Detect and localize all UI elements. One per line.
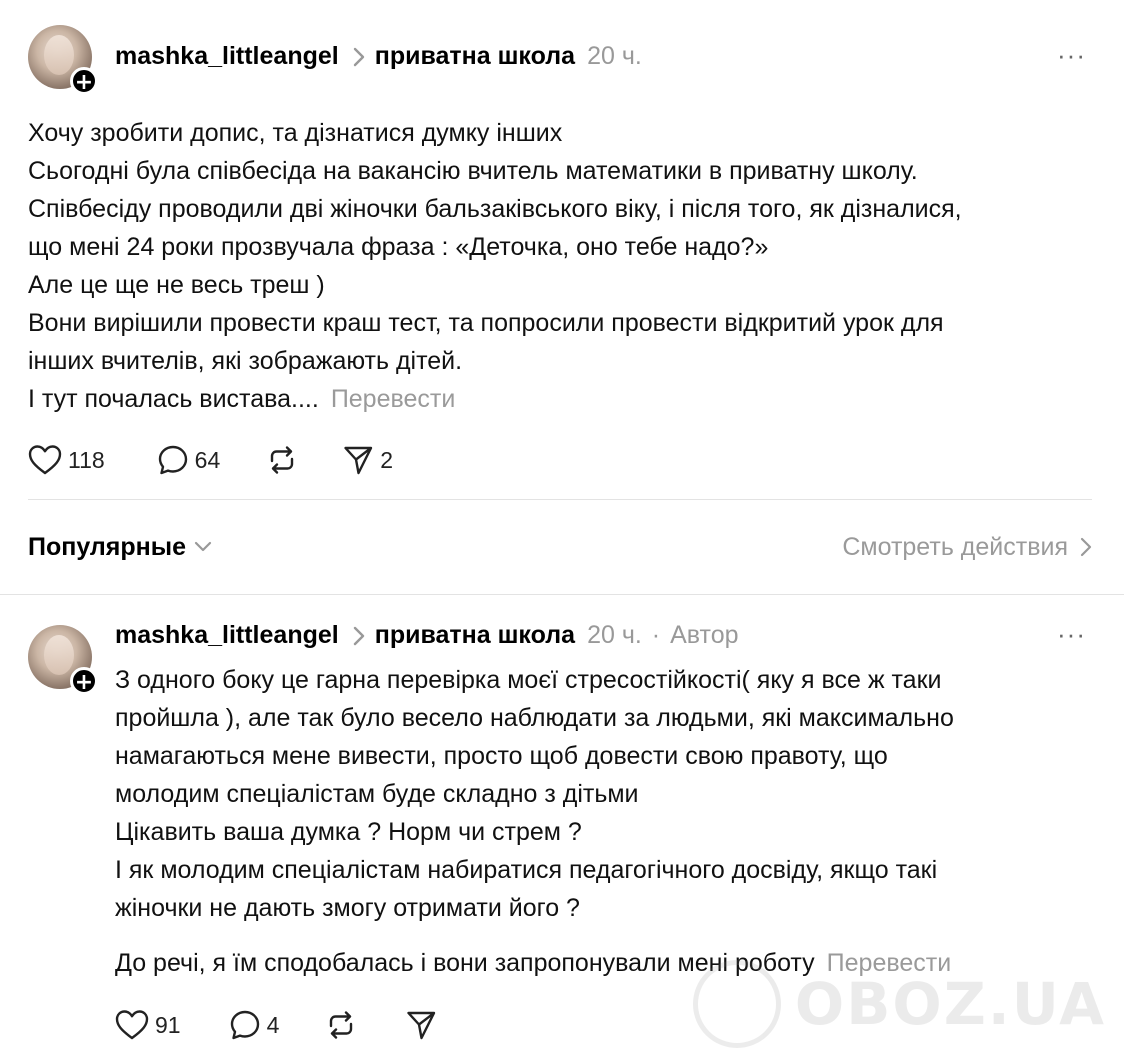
post-line: інших вчителів, які зображають дітей. (28, 347, 463, 375)
chevron-down-icon (194, 541, 212, 552)
chevron-right-icon (1080, 537, 1092, 557)
reply-body: З одного боку це гарна перевірка моєї ст… (115, 661, 954, 982)
like-count: 91 (155, 1011, 181, 1038)
post-line: Сьогодні була співбесіда на вакансію вчи… (28, 157, 918, 185)
avatar-face (44, 35, 74, 75)
share-icon (344, 446, 373, 475)
share-icon (407, 1011, 436, 1040)
reply-username[interactable]: mashka_littleangel (115, 621, 339, 650)
reply-time: 20 ч. (587, 621, 642, 649)
separator-dot: · (651, 621, 661, 649)
chevron-right-icon (353, 47, 365, 67)
watermark: OBOZ.UA (692, 960, 1106, 1048)
post-line: Хочу зробити допис, та дізнатися думку і… (28, 119, 563, 147)
post-time: 20 ч. (587, 42, 642, 70)
comment-icon (158, 445, 187, 475)
post-line: що мені 24 роки прозвучала фраза : «Дето… (28, 233, 769, 261)
comment-button[interactable]: 64 (157, 444, 221, 476)
avatar[interactable]: + (28, 25, 98, 95)
sort-bar: Популярные Смотреть действия (28, 530, 1092, 564)
reply-community[interactable]: приватна школа (375, 621, 575, 650)
reply-line: молодим спеціалістам буде складно з діть… (115, 780, 639, 808)
reply-line: Цікавить ваша думка ? Норм чи стрем ? (115, 818, 582, 846)
post-line: Вони вирішили провести краш тест, та поп… (28, 309, 944, 337)
post-actions: 118 64 2 (28, 444, 393, 476)
post-line: Але це ще не весь треш ) (28, 271, 325, 299)
repost-icon (271, 446, 294, 474)
reply-actions: 91 4 (115, 1009, 437, 1041)
post-last-line: І тут почалась вистава.... Перевести (28, 380, 962, 418)
comment-button[interactable]: 4 (229, 1009, 280, 1041)
reply-line: пройшла ), але так було весело наблюдати… (115, 704, 954, 732)
comment-icon (230, 1010, 259, 1040)
follow-plus-icon[interactable]: + (70, 667, 98, 695)
author-badge: Автор (670, 621, 739, 649)
reply-header: mashka_littleangel приватна школа 20 ч. … (115, 621, 739, 650)
comment-count: 4 (266, 1011, 280, 1038)
repost-button[interactable] (266, 444, 298, 476)
reply-line: намагаються мене вивести, просто щоб дов… (115, 742, 888, 770)
sort-dropdown[interactable]: Популярные (28, 533, 212, 562)
chevron-right-icon (353, 626, 365, 646)
like-count: 118 (68, 446, 105, 473)
post-header: mashka_littleangel приватна школа 20 ч. (115, 42, 642, 71)
translate-link[interactable]: Перевести (331, 385, 456, 413)
post-body: Хочу зробити допис, та дізнатися думку і… (28, 114, 962, 418)
repost-icon (330, 1011, 353, 1039)
reply-line: жіночки не дають змогу отримати його ? (115, 894, 580, 922)
avatar[interactable]: + (28, 625, 98, 695)
reply-line: І як молодим спеціалістам набиратися пед… (115, 856, 938, 884)
divider (0, 594, 1124, 595)
watermark-logo (692, 960, 781, 1048)
reply-line: З одного боку це гарна перевірка моєї ст… (115, 666, 942, 694)
sort-label: Популярные (28, 532, 187, 561)
like-button[interactable]: 91 (115, 1009, 181, 1041)
share-count: 2 (380, 446, 394, 473)
share-button[interactable]: 2 (342, 444, 393, 476)
see-actions-label: Смотреть действия (842, 532, 1068, 561)
more-icon[interactable]: ··· (1057, 40, 1086, 71)
heart-icon (115, 1010, 149, 1040)
heart-icon (28, 445, 62, 475)
like-button[interactable]: 118 (28, 444, 105, 476)
share-button[interactable] (405, 1009, 437, 1041)
repost-button[interactable] (325, 1009, 357, 1041)
follow-plus-icon[interactable]: + (70, 67, 98, 95)
divider (28, 499, 1092, 500)
post-community[interactable]: приватна школа (375, 42, 575, 71)
avatar-face (44, 635, 74, 675)
post-line: Співбесіду проводили дві жіночки бальзак… (28, 195, 962, 223)
comment-count: 64 (194, 446, 221, 473)
post-username[interactable]: mashka_littleangel (115, 42, 339, 71)
see-actions-link[interactable]: Смотреть действия (842, 533, 1092, 562)
more-icon[interactable]: ··· (1057, 619, 1086, 650)
watermark-text: OBOZ.UA (794, 970, 1106, 1038)
post-line: І тут почалась вистава.... (28, 385, 319, 413)
